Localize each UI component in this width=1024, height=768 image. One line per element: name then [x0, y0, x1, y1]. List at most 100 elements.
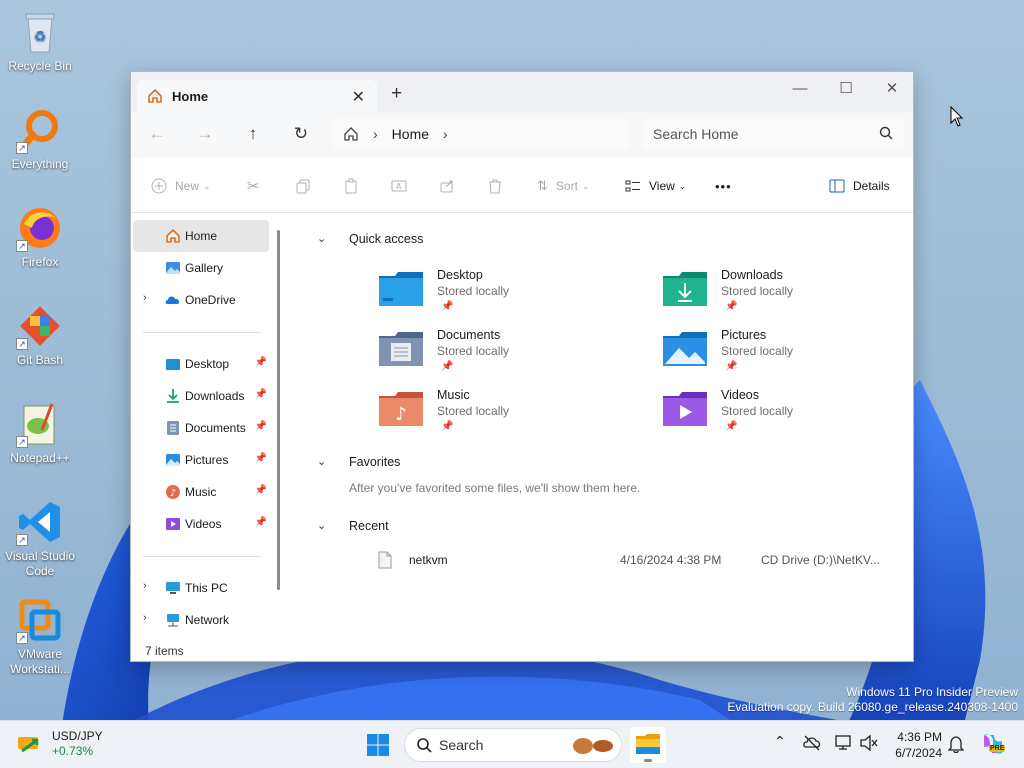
item-name: Videos [721, 388, 759, 402]
quick-access-videos[interactable]: Videos Stored locally 📌 [663, 388, 903, 444]
nav-item-videos[interactable]: Videos 📌 [133, 508, 269, 540]
chevron-right-icon[interactable]: › [143, 580, 147, 592]
minimize-button[interactable]: — [777, 76, 823, 104]
item-name: Music [437, 388, 470, 402]
new-button[interactable]: New ⌄ [151, 177, 211, 195]
section-favorites[interactable]: ⌄ Favorites [317, 455, 400, 469]
chevron-right-icon[interactable]: › [143, 612, 147, 624]
search-icon[interactable] [879, 126, 893, 140]
new-tab-button[interactable]: + [391, 83, 402, 105]
view-button[interactable]: View ⌄ [625, 177, 686, 195]
file-icon [378, 551, 392, 569]
network-offline-icon[interactable] [803, 735, 821, 751]
nav-item-pictures[interactable]: Pictures 📌 [133, 444, 269, 476]
chevron-down-icon[interactable]: ⌄ [317, 519, 326, 532]
nav-item-documents[interactable]: Documents 📌 [133, 412, 269, 444]
nav-item-gallery[interactable]: Gallery [133, 252, 269, 284]
taskbar-search[interactable] [404, 728, 622, 762]
forward-button[interactable]: → [195, 124, 215, 144]
documents-icon [167, 421, 179, 435]
paste-button[interactable] [343, 177, 359, 195]
desktop-icon-firefox[interactable]: ↗ Firefox [2, 204, 78, 270]
navigation-pane: Home Gallery › OneDrive Desktop 📌 Downlo… [131, 214, 281, 640]
pin-icon: 📌 [254, 485, 267, 496]
desktop-icon-label: Git Bash [16, 353, 64, 367]
notification-bell-icon[interactable] [948, 735, 964, 753]
search-input[interactable] [643, 118, 863, 150]
nav-item-label: This PC [185, 581, 228, 595]
display-icon[interactable] [835, 735, 853, 751]
desktop-icon-vmware[interactable]: ↗ VMware Workstati... [2, 596, 78, 677]
chevron-down-icon[interactable]: ⌄ [317, 232, 326, 245]
section-quick-access[interactable]: ⌄ Quick access [317, 232, 423, 246]
pin-icon: 📌 [441, 301, 454, 312]
more-options-button[interactable]: ••• [715, 177, 732, 195]
breadcrumb-item-home[interactable]: Home [392, 126, 429, 142]
desktop-icon-notepad-plus-plus[interactable]: ↗ Notepad++ [2, 400, 78, 466]
taskbar-search-input[interactable] [439, 729, 559, 761]
nav-item-downloads[interactable]: Downloads 📌 [133, 380, 269, 412]
nav-item-onedrive[interactable]: › OneDrive [133, 284, 269, 316]
chevron-down-icon[interactable]: ⌄ [317, 455, 326, 468]
tab-home[interactable]: Home ✕ [137, 80, 377, 112]
desktop-icon-vscode[interactable]: ↗ Visual Studio Code [2, 498, 78, 579]
copilot-button[interactable]: PRE [980, 731, 1006, 757]
search-highlight-icon [573, 738, 613, 754]
breadcrumb-chevron-icon[interactable]: › [443, 126, 448, 142]
copy-button[interactable] [295, 177, 311, 195]
copy-icon [296, 179, 310, 194]
nav-divider [143, 556, 261, 557]
downloads-icon [167, 389, 179, 403]
close-button[interactable]: ✕ [869, 76, 915, 104]
desktop-icon-everything[interactable]: ↗ Everything [2, 106, 78, 172]
maximize-button[interactable]: ☐ [823, 76, 869, 104]
back-button[interactable]: ← [147, 124, 167, 144]
recent-file-row[interactable]: netkvm 4/16/2024 4:38 PM CD Drive (D:)\N… [377, 548, 897, 572]
status-bar: 7 items [145, 644, 184, 658]
rename-button[interactable]: A [391, 177, 407, 195]
sort-icon: ⇅ [537, 178, 548, 193]
command-bar: New ⌄ ✂ A ⇅ Sort ⌄ View ⌄ ••• Details [131, 158, 913, 213]
quick-access-music[interactable]: ♪ Music Stored locally 📌 [379, 388, 619, 444]
nav-item-desktop[interactable]: Desktop 📌 [133, 348, 269, 380]
start-button-icon[interactable] [366, 733, 390, 757]
quick-access-pictures[interactable]: Pictures Stored locally 📌 [663, 328, 903, 384]
nav-item-network[interactable]: › Network [133, 604, 269, 636]
details-button[interactable]: Details [829, 177, 890, 195]
cut-button[interactable]: ✂ [247, 177, 260, 195]
nav-item-music[interactable]: ♪ Music 📌 [133, 476, 269, 508]
share-button[interactable] [439, 177, 455, 195]
file-explorer-taskbar-button[interactable] [630, 727, 666, 763]
sort-button[interactable]: ⇅ Sort ⌄ [537, 177, 589, 195]
tab-close-button[interactable]: ✕ [352, 87, 365, 107]
desktop-icon-git-bash[interactable]: ↗ Git Bash [2, 302, 78, 368]
stock-widget[interactable]: USD/JPY +0.73% [16, 729, 103, 759]
nav-item-home[interactable]: Home [133, 220, 269, 252]
clock[interactable]: 4:36 PM 6/7/2024 [888, 729, 942, 761]
desktop-folder-icon [166, 359, 180, 370]
desktop-icon-recycle-bin[interactable]: ♻ Recycle Bin [2, 8, 78, 74]
breadcrumb-chevron-icon[interactable]: › [373, 126, 378, 142]
watermark-line-2: Evaluation copy. Build 26080.ge_release.… [727, 700, 1018, 714]
quick-access-documents[interactable]: Documents Stored locally 📌 [379, 328, 619, 384]
quick-access-downloads[interactable]: Downloads Stored locally 📌 [663, 268, 903, 324]
nav-item-label: Network [185, 613, 230, 627]
refresh-button[interactable]: ↻ [291, 124, 311, 144]
quick-access-desktop[interactable]: Desktop Stored locally 📌 [379, 268, 619, 324]
delete-button[interactable] [487, 177, 503, 195]
view-list-icon [625, 180, 640, 192]
videos-icon [166, 518, 180, 530]
section-recent[interactable]: ⌄ Recent [317, 519, 389, 533]
breadcrumb[interactable]: › Home › [333, 118, 629, 150]
up-button[interactable]: ↑ [243, 124, 263, 144]
details-label: Details [853, 179, 890, 193]
show-hidden-icons-chevron-icon[interactable]: ⌃ [774, 733, 786, 750]
chevron-right-icon[interactable]: › [143, 292, 147, 304]
nav-item-label: Gallery [185, 261, 224, 275]
nav-item-this-pc[interactable]: › This PC [133, 572, 269, 604]
details-pane-icon [829, 179, 845, 193]
nav-scrollbar[interactable] [277, 230, 280, 590]
volume-muted-icon[interactable] [860, 735, 878, 751]
item-name: Pictures [721, 328, 767, 342]
notepad-plus-plus-icon: ↗ [16, 400, 64, 448]
